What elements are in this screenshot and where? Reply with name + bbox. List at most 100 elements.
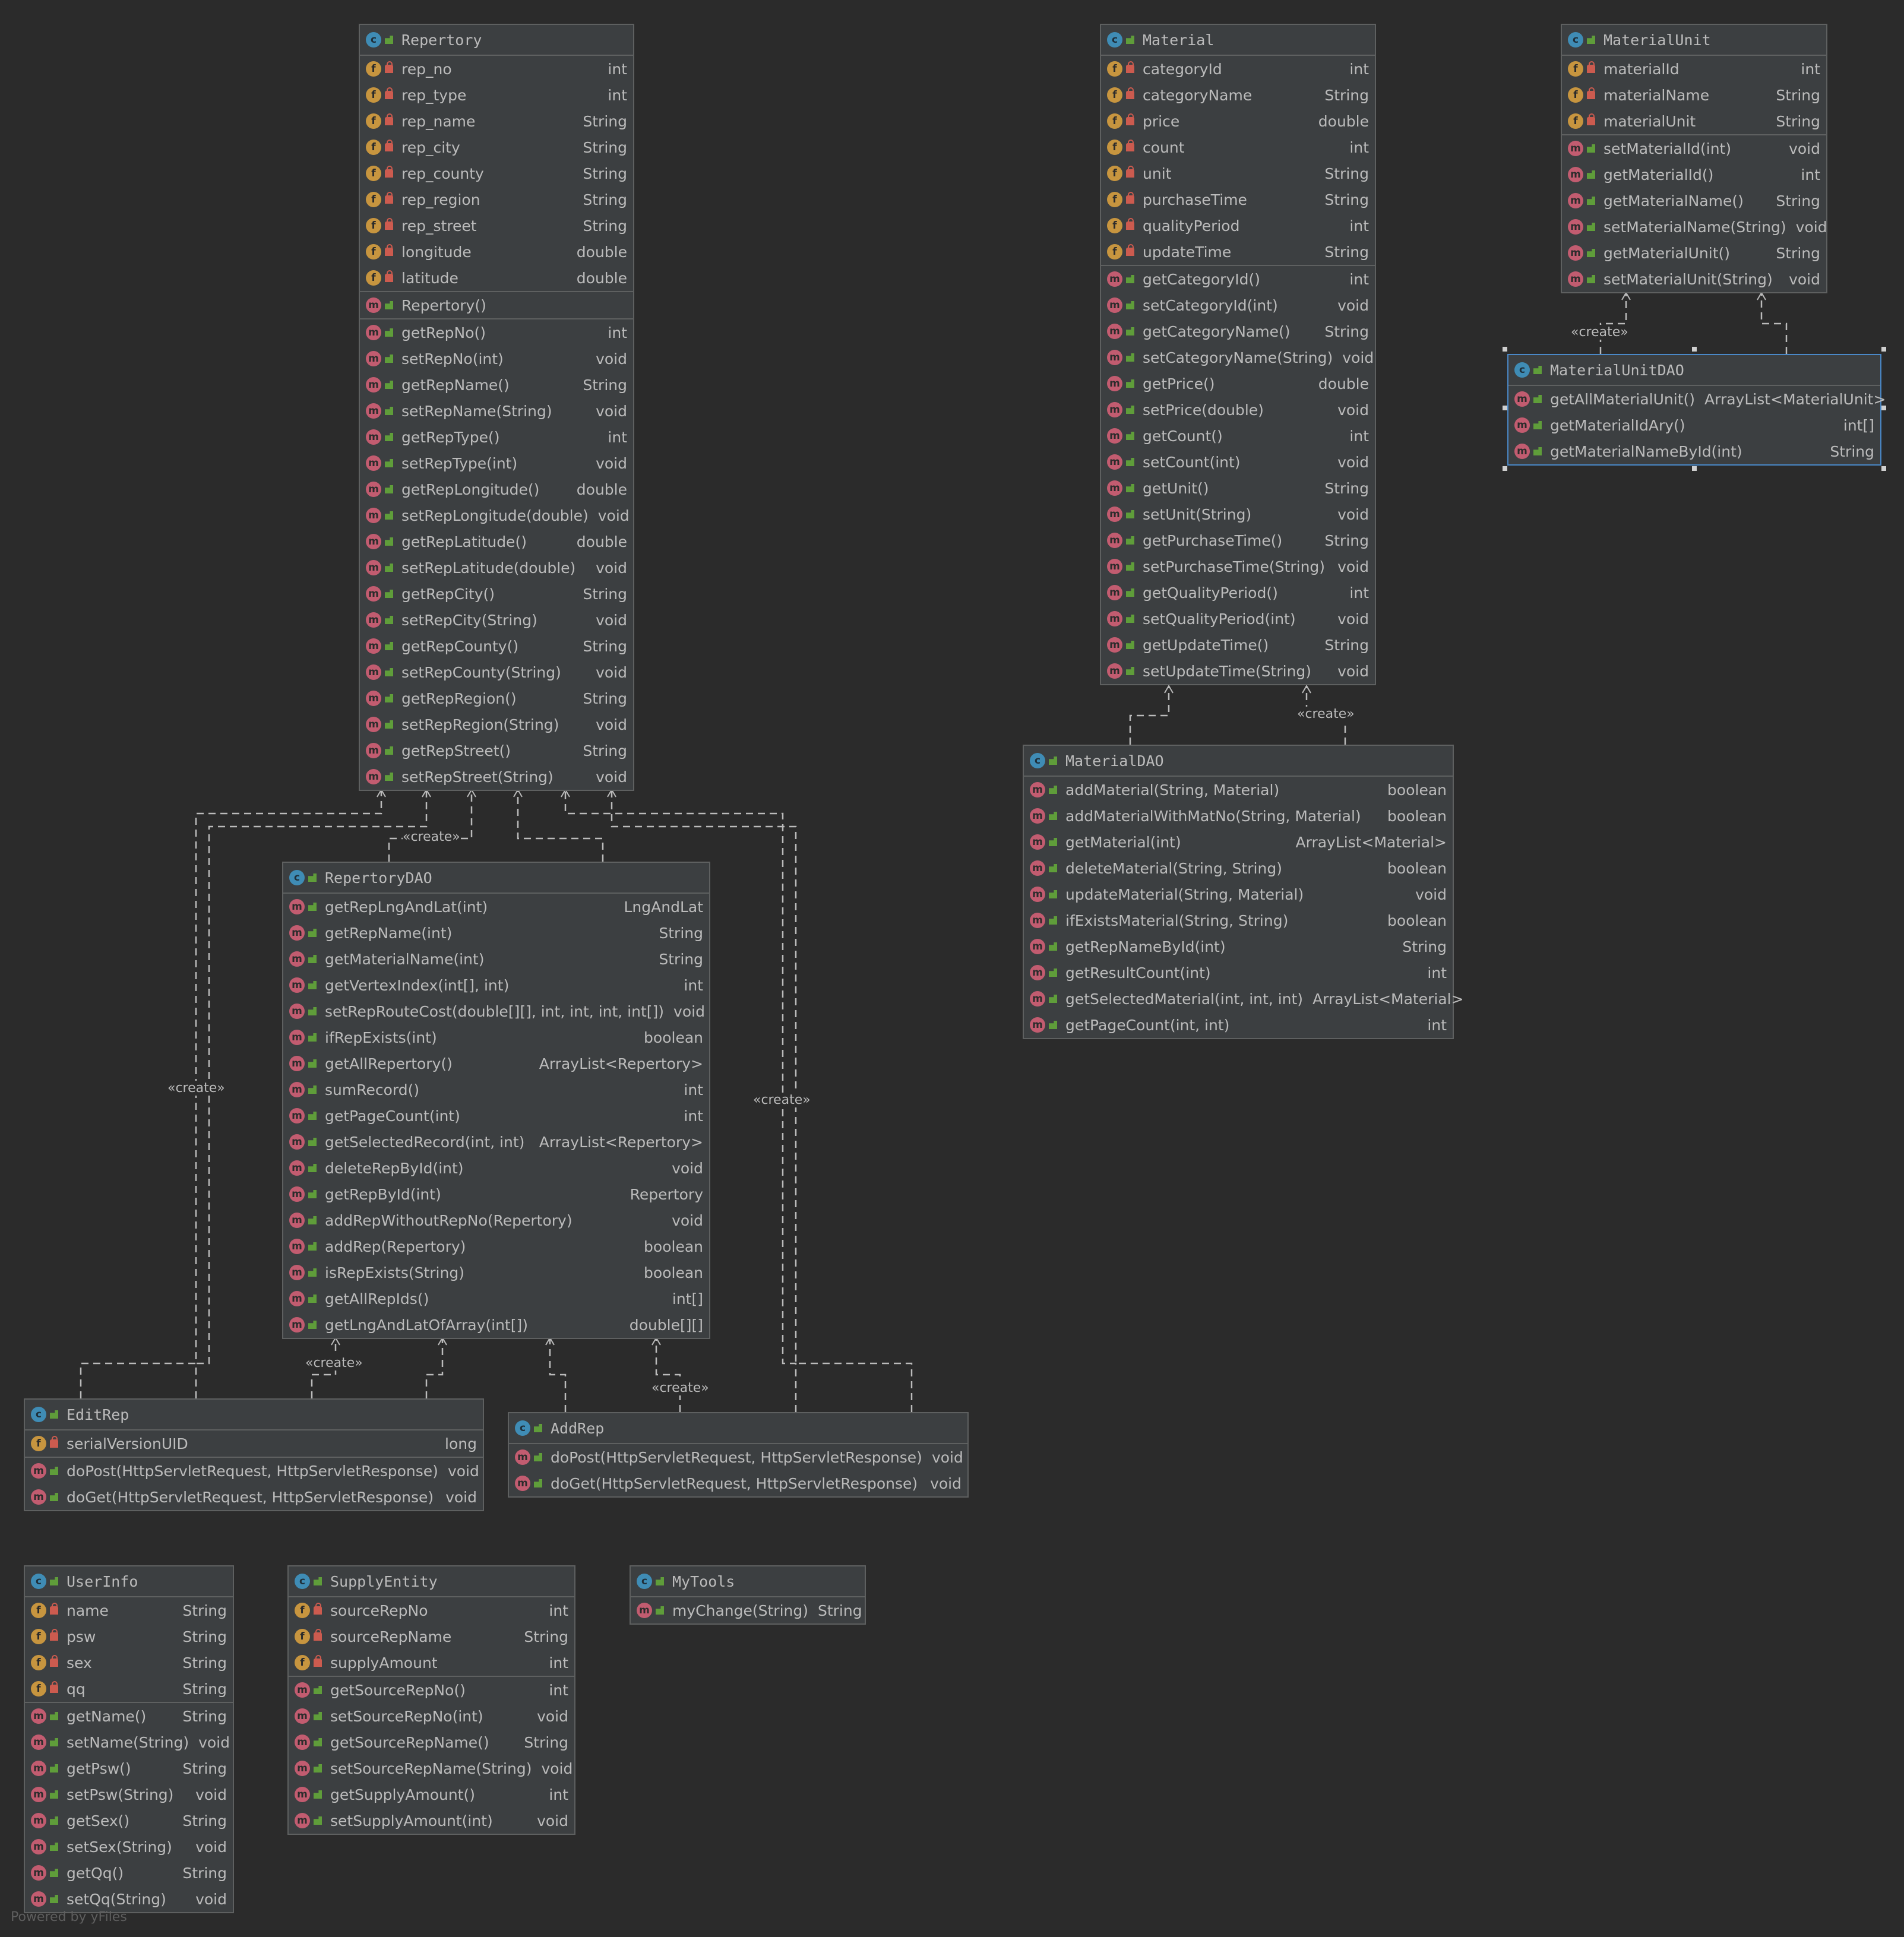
- selection-handle[interactable]: [1503, 347, 1507, 352]
- method-row[interactable]: m ifExistsMaterial(String, String) boolean: [1024, 907, 1453, 933]
- method-row[interactable]: m setSupplyAmount(int) void: [289, 1808, 574, 1834]
- class-materialunitdao[interactable]: c MaterialUnitDAO m getAllMaterialUnit() Arr…: [1507, 354, 1886, 466]
- method-row[interactable]: m setMaterialName(String) void: [1562, 214, 1827, 240]
- method-row[interactable]: m addRepWithoutRepNo(Repertory) void: [283, 1207, 709, 1233]
- class-header[interactable]: c MaterialDAO: [1024, 746, 1453, 777]
- method-row[interactable]: m setUnit(String) void: [1101, 501, 1375, 527]
- field-row[interactable]: f longitude double: [360, 239, 633, 265]
- method-row[interactable]: m getSex() String: [25, 1808, 233, 1834]
- field-row[interactable]: f rep_city String: [360, 134, 633, 160]
- class-materialdao[interactable]: c MaterialDAO m addMaterial(String, Materia…: [1023, 745, 1464, 1039]
- method-row[interactable]: m getRepLngAndLat(int) LngAndLat: [283, 894, 709, 920]
- class-header[interactable]: c MyTools: [631, 1566, 865, 1597]
- method-row[interactable]: m doGet(HttpServletRequest, HttpServletRe…: [25, 1484, 483, 1510]
- class-header[interactable]: c Material: [1101, 25, 1375, 56]
- method-row[interactable]: m deleteRepById(int) void: [283, 1155, 709, 1181]
- class-header[interactable]: c AddRep: [509, 1413, 967, 1444]
- field-row[interactable]: f qq String: [25, 1676, 233, 1702]
- method-row[interactable]: m setRepRouteCost(double[][], int, int, i…: [283, 998, 709, 1024]
- method-row[interactable]: m Repertory(): [360, 292, 633, 318]
- method-row[interactable]: m setRepType(int) void: [360, 450, 633, 476]
- class-editrep[interactable]: c EditRep f serialVersionUID long m doPost(Htt…: [24, 1398, 484, 1511]
- method-row[interactable]: m getCategoryId() int: [1101, 266, 1375, 292]
- method-row[interactable]: m getRepName() String: [360, 372, 633, 398]
- class-header[interactable]: c MaterialUnit: [1562, 25, 1826, 56]
- method-row[interactable]: m getPsw() String: [25, 1755, 233, 1781]
- field-row[interactable]: f materialUnit String: [1562, 108, 1826, 134]
- method-row[interactable]: m getVertexIndex(int[], int) int: [283, 972, 709, 998]
- method-row[interactable]: m getSelectedRecord(int, int) ArrayList<Re…: [283, 1129, 709, 1155]
- method-row[interactable]: m getMaterialUnit() String: [1562, 240, 1826, 266]
- field-row[interactable]: f sourceRepNo int: [289, 1597, 574, 1623]
- field-row[interactable]: f count int: [1101, 134, 1375, 160]
- field-row[interactable]: f supplyAmount int: [289, 1650, 574, 1676]
- method-row[interactable]: m getLngAndLatOfArray(int[]) double[][]: [283, 1312, 709, 1338]
- method-row[interactable]: m setPurchaseTime(String) void: [1101, 553, 1375, 580]
- field-row[interactable]: f categoryId int: [1101, 56, 1375, 82]
- method-row[interactable]: m setCategoryName(String) void: [1101, 344, 1375, 371]
- class-header[interactable]: c Repertory: [360, 25, 633, 56]
- method-row[interactable]: m setRepLongitude(double) void: [360, 502, 633, 528]
- class-header[interactable]: c UserInfo: [25, 1566, 233, 1597]
- class-mytools[interactable]: c MyTools m myChange(String) String: [630, 1565, 866, 1625]
- method-row[interactable]: m setPsw(String) void: [25, 1781, 233, 1808]
- method-row[interactable]: m setRepLatitude(double) void: [360, 555, 633, 581]
- method-row[interactable]: m getSelectedMaterial(int, int, int) Array…: [1024, 986, 1464, 1012]
- selection-handle[interactable]: [1881, 406, 1886, 410]
- method-row[interactable]: m getMaterialNameById(int) String: [1508, 438, 1880, 464]
- method-row[interactable]: m setUpdateTime(String) void: [1101, 658, 1375, 684]
- class-addrep[interactable]: c AddRep m doPost(HttpServletRequest, HttpS…: [508, 1412, 969, 1498]
- selection-handle[interactable]: [1503, 466, 1507, 471]
- method-row[interactable]: m getSourceRepName() String: [289, 1729, 574, 1755]
- method-row[interactable]: m setSex(String) void: [25, 1834, 233, 1860]
- method-row[interactable]: m deleteMaterial(String, String) boolean: [1024, 855, 1453, 881]
- field-row[interactable]: f rep_street String: [360, 213, 633, 239]
- method-row[interactable]: m getQq() String: [25, 1860, 233, 1886]
- method-row[interactable]: m ifRepExists(int) boolean: [283, 1024, 709, 1050]
- method-row[interactable]: m setSourceRepName(String) void: [289, 1755, 574, 1781]
- method-row[interactable]: m getPageCount(int) int: [283, 1103, 709, 1129]
- field-row[interactable]: f serialVersionUID long: [25, 1430, 483, 1457]
- method-row[interactable]: m getRepNo() int: [360, 319, 633, 346]
- method-row[interactable]: m getRepCity() String: [360, 581, 633, 607]
- method-row[interactable]: m setName(String) void: [25, 1729, 233, 1755]
- field-row[interactable]: f rep_county String: [360, 160, 633, 186]
- method-row[interactable]: m getRepRegion() String: [360, 685, 633, 711]
- field-row[interactable]: f latitude double: [360, 265, 633, 291]
- field-row[interactable]: f psw String: [25, 1623, 233, 1650]
- selection-handle[interactable]: [1881, 347, 1886, 352]
- method-row[interactable]: m getPageCount(int, int) int: [1024, 1012, 1453, 1038]
- class-header[interactable]: c EditRep: [25, 1400, 483, 1430]
- class-materialunit[interactable]: c MaterialUnit f materialId int f materialName…: [1561, 24, 1827, 293]
- class-userinfo[interactable]: c UserInfo f name String f psw String f sex String…: [24, 1565, 234, 1913]
- field-row[interactable]: f qualityPeriod int: [1101, 213, 1375, 239]
- field-row[interactable]: f rep_name String: [360, 108, 633, 134]
- method-row[interactable]: m doPost(HttpServletRequest, HttpServletR…: [509, 1444, 967, 1470]
- class-material[interactable]: c Material f categoryId int f categoryName Stri…: [1100, 24, 1376, 685]
- method-row[interactable]: m setCount(int) void: [1101, 449, 1375, 475]
- method-row[interactable]: m addMaterialWithMatNo(String, Material) b…: [1024, 803, 1453, 829]
- field-row[interactable]: f unit String: [1101, 160, 1375, 186]
- method-row[interactable]: m getRepName(int) String: [283, 920, 709, 946]
- method-row[interactable]: m doPost(HttpServletRequest, HttpServletR…: [25, 1458, 483, 1484]
- selection-handle[interactable]: [1503, 406, 1507, 410]
- method-row[interactable]: m getCount() int: [1101, 423, 1375, 449]
- method-row[interactable]: m getRepStreet() String: [360, 738, 633, 764]
- class-header[interactable]: c RepertoryDAO: [283, 863, 709, 894]
- method-row[interactable]: m getMaterial(int) ArrayList<Material>: [1024, 829, 1453, 855]
- method-row[interactable]: m getMaterialId() int: [1562, 162, 1826, 188]
- class-header[interactable]: c MaterialUnitDAO: [1508, 355, 1880, 386]
- selection-handle[interactable]: [1692, 347, 1697, 352]
- method-row[interactable]: m updateMaterial(String, Material) void: [1024, 881, 1453, 907]
- method-row[interactable]: m getUpdateTime() String: [1101, 632, 1375, 658]
- field-row[interactable]: f rep_type int: [360, 82, 633, 108]
- method-row[interactable]: m getRepById(int) Repertory: [283, 1181, 709, 1207]
- class-repertory[interactable]: c Repertory f rep_no int f rep_type int f rep_nam…: [359, 24, 634, 791]
- method-row[interactable]: m setMaterialId(int) void: [1562, 135, 1826, 162]
- method-row[interactable]: m getName() String: [25, 1703, 233, 1729]
- class-repertorydao[interactable]: c RepertoryDAO m getRepLngAndLat(int) LngAnd…: [282, 862, 710, 1339]
- method-row[interactable]: m getCategoryName() String: [1101, 318, 1375, 344]
- field-row[interactable]: f name String: [25, 1597, 233, 1623]
- selection-handle[interactable]: [1692, 466, 1697, 471]
- method-row[interactable]: m setRepNo(int) void: [360, 346, 633, 372]
